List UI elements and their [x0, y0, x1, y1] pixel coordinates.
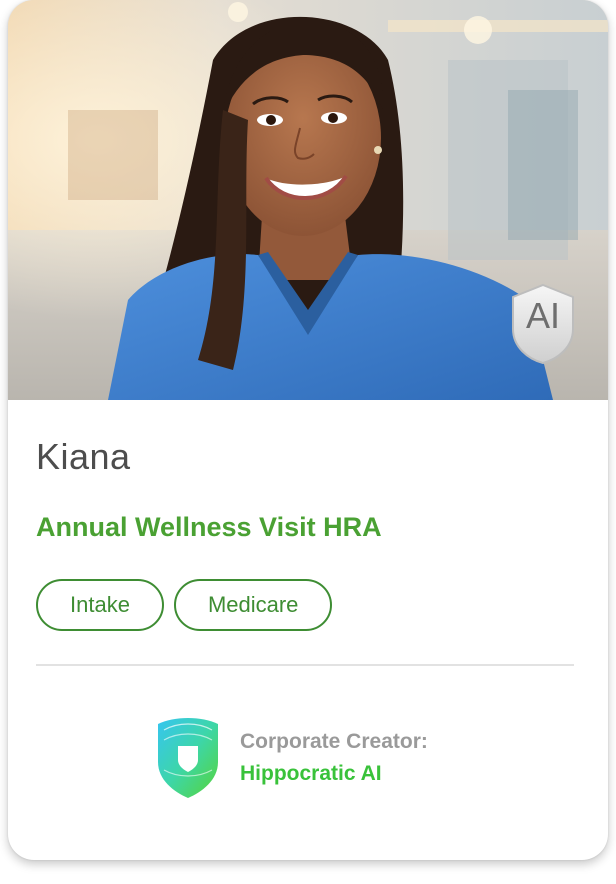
tag-medicare[interactable]: Medicare	[173, 579, 333, 631]
hippocratic-shield-logo-icon	[158, 718, 218, 798]
agent-card[interactable]: AI Kiana Annual Wellness Visit HRA Intak…	[8, 0, 608, 860]
creator-section: Corporate Creator: Hippocratic AI	[154, 716, 428, 800]
agent-name: Kiana	[36, 436, 131, 477]
creator-label: Corporate Creator:	[240, 730, 428, 753]
divider	[36, 664, 574, 666]
program-title[interactable]: Annual Wellness Visit HRA	[36, 512, 382, 543]
creator-name[interactable]: Hippocratic AI	[240, 762, 428, 786]
tag-intake[interactable]: Intake	[36, 579, 164, 631]
tag-list: Intake Medicare	[36, 579, 333, 631]
ai-badge: AI	[510, 283, 576, 365]
agent-photo: AI	[8, 0, 608, 400]
